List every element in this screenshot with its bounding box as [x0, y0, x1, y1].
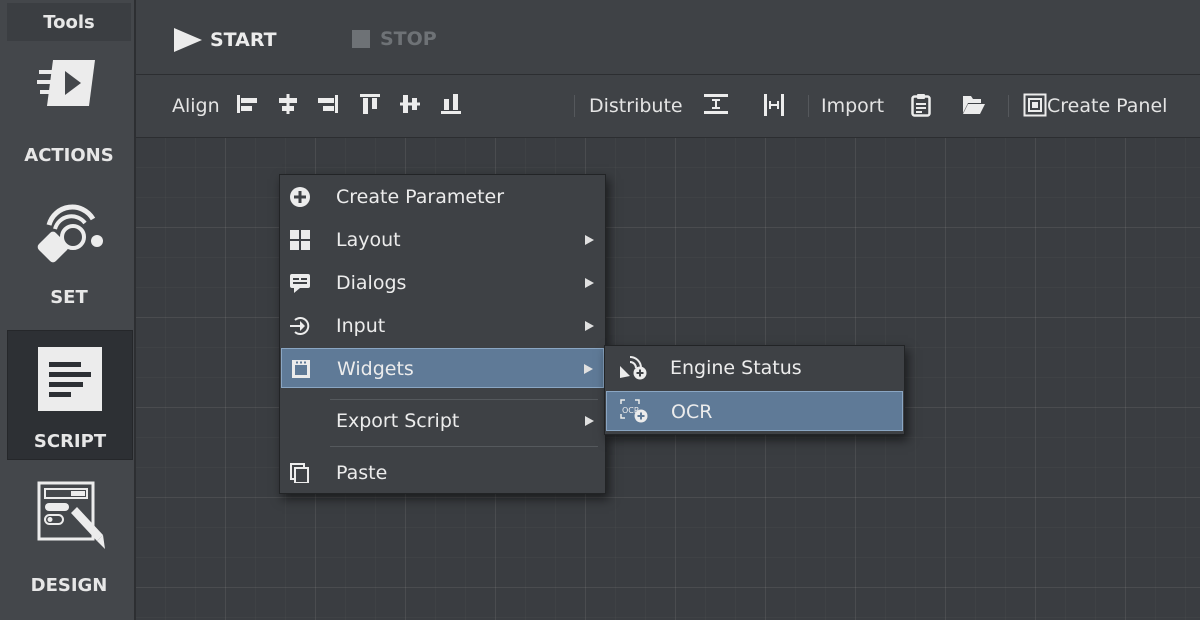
submenu-item-engine-status[interactable]: Engine Status: [606, 348, 903, 388]
tool-actions[interactable]: ACTIONS: [7, 50, 131, 178]
tool-set[interactable]: SET: [7, 185, 131, 323]
distribute-vertical-icon[interactable]: [703, 93, 729, 119]
stop-label: STOP: [380, 28, 437, 50]
toolbar-separator: [1008, 95, 1009, 117]
widget-icon: [291, 359, 311, 379]
align-bottom-icon[interactable]: [440, 93, 462, 119]
tool-set-label: SET: [50, 287, 88, 308]
menu-item-input[interactable]: Input: [281, 306, 604, 346]
align-label: Align: [172, 95, 220, 117]
input-icon: [290, 316, 310, 336]
actions-icon: [23, 54, 115, 110]
stop-button[interactable]: STOP: [352, 28, 437, 50]
align-top-icon[interactable]: [359, 93, 381, 119]
distribute-label: Distribute: [589, 95, 683, 117]
submenu-item-label: OCR: [671, 401, 713, 423]
tool-design[interactable]: DESIGN: [7, 465, 131, 605]
menu-item-label: Paste: [336, 462, 388, 484]
stop-icon: [352, 30, 370, 48]
tool-script-label: SCRIPT: [33, 431, 107, 452]
context-menu: Create Parameter Layout Dialogs Input Wi…: [279, 174, 606, 494]
start-label: START: [210, 29, 277, 51]
create-panel-label[interactable]: Create Panel: [1047, 93, 1167, 119]
menu-item-create-parameter[interactable]: Create Parameter: [281, 177, 604, 217]
layout-grid-icon: [290, 230, 310, 250]
design-icon: [23, 477, 115, 553]
align-left-icon[interactable]: [236, 93, 258, 119]
menu-item-layout[interactable]: Layout: [281, 220, 604, 260]
clipboard-icon[interactable]: [911, 93, 931, 121]
dialog-icon: [290, 273, 310, 293]
submenu-item-label: Engine Status: [670, 357, 802, 379]
menu-item-dialogs[interactable]: Dialogs: [281, 263, 604, 303]
run-bar: START STOP: [136, 0, 1200, 75]
submenu-arrow-icon: [585, 278, 594, 288]
tools-title: Tools: [7, 3, 131, 41]
open-folder-icon[interactable]: [962, 93, 986, 119]
engine-status-add-icon: [618, 356, 648, 380]
menu-item-label: Dialogs: [336, 272, 407, 294]
plus-circle-icon: [290, 187, 310, 207]
menu-item-label: Widgets: [337, 358, 414, 380]
align-right-icon[interactable]: [317, 93, 339, 119]
align-center-icon[interactable]: [277, 93, 299, 119]
tools-sidebar: Tools ACTIONS SET SCRIPT DESIGN: [0, 0, 136, 620]
layout-toolbar: Align Distribute Import Create Panel: [136, 75, 1200, 138]
distribute-horizontal-icon[interactable]: [763, 93, 785, 121]
play-icon: [174, 28, 202, 52]
start-button[interactable]: START: [174, 28, 277, 52]
submenu-arrow-icon: [584, 364, 593, 374]
toolbar-separator: [574, 95, 575, 117]
set-icon: [23, 193, 115, 269]
create-panel-icon[interactable]: [1023, 93, 1047, 121]
menu-item-widgets[interactable]: Widgets: [281, 348, 604, 388]
menu-separator: [330, 399, 598, 400]
menu-separator: [330, 446, 598, 447]
align-middle-icon[interactable]: [399, 93, 421, 119]
menu-item-label: Export Script: [336, 410, 460, 432]
menu-item-paste[interactable]: Paste: [281, 453, 604, 493]
tool-design-label: DESIGN: [30, 575, 108, 596]
script-icon: [24, 341, 116, 417]
submenu-item-ocr[interactable]: OCR OCR: [606, 391, 903, 431]
tool-script[interactable]: SCRIPT: [7, 330, 133, 460]
paste-icon: [290, 463, 310, 483]
submenu-arrow-icon: [585, 321, 594, 331]
toolbar-separator: [808, 95, 809, 117]
tool-actions-label: ACTIONS: [24, 145, 114, 166]
menu-item-label: Layout: [336, 229, 401, 251]
import-label: Import: [821, 95, 885, 117]
ocr-add-icon: OCR: [619, 398, 649, 424]
submenu-arrow-icon: [585, 235, 594, 245]
menu-item-label: Input: [336, 315, 386, 337]
widgets-submenu: Engine Status OCR OCR: [604, 345, 905, 435]
menu-item-export-script[interactable]: Export Script: [281, 401, 604, 441]
menu-item-label: Create Parameter: [336, 186, 505, 208]
submenu-arrow-icon: [585, 416, 594, 426]
